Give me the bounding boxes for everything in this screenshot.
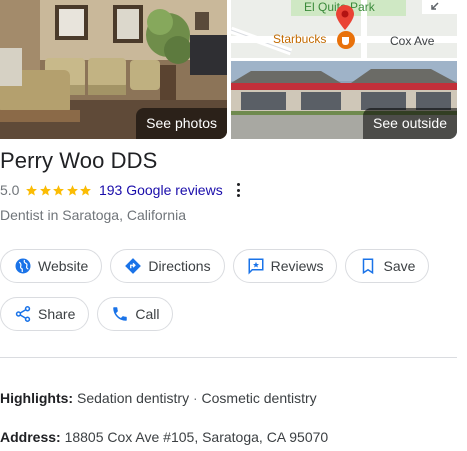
address-row: Address: 18805 Cox Ave #105, Saratoga, C… (0, 429, 328, 445)
website-label: Website (38, 258, 89, 274)
directions-button[interactable]: Directions (110, 249, 225, 283)
business-name: Perry Woo DDS (0, 148, 158, 173)
see-outside-button[interactable]: See outside (363, 108, 457, 139)
highlights-label: Highlights: (0, 390, 74, 406)
reviews-label: Reviews (270, 258, 324, 274)
star-icon (67, 184, 78, 195)
map-pin-icon (336, 5, 355, 49)
star-rating (25, 184, 93, 197)
more-options-icon[interactable] (237, 183, 241, 197)
directions-icon (124, 257, 142, 275)
rating-value: 5.0 (0, 182, 20, 198)
highlight-separator: · (189, 390, 202, 406)
share-button[interactable]: Share (0, 297, 90, 331)
business-category: Dentist in Saratoga, California (0, 207, 186, 223)
action-row-2: Share Call (0, 297, 181, 331)
bookmark-icon (359, 257, 377, 275)
globe-icon (14, 257, 32, 275)
star-icon (53, 184, 65, 195)
call-button[interactable]: Call (97, 297, 174, 331)
address-value: 18805 Cox Ave #105, Saratoga, CA 95070 (64, 429, 329, 445)
map-thumbnail[interactable]: El Quito Park Starbucks Cox Ave (231, 0, 457, 58)
address-label: Address: (0, 429, 61, 445)
call-label: Call (135, 306, 160, 322)
share-label: Share (38, 306, 76, 322)
interior-photo[interactable]: See photos (0, 0, 227, 139)
map-label-poi: Starbucks (273, 32, 327, 46)
rate-review-icon (247, 257, 265, 275)
star-icon (26, 184, 38, 195)
highlight-item[interactable]: Sedation dentistry (77, 390, 189, 406)
reviews-link[interactable]: 193 Google reviews (99, 182, 223, 198)
share-icon (14, 305, 32, 323)
highlights-row: Highlights: Sedation dentistry · Cosmeti… (0, 390, 317, 406)
directions-label: Directions (148, 258, 211, 274)
save-button[interactable]: Save (345, 249, 430, 283)
outside-photo[interactable]: See outside (231, 61, 457, 139)
phone-icon (111, 305, 129, 323)
photo-strip: See photos El Quito Park Starbucks Cox A… (0, 0, 467, 139)
star-icon (40, 184, 51, 195)
star-icon (80, 184, 92, 195)
expand-map-icon[interactable] (422, 0, 448, 14)
reviews-button[interactable]: Reviews (232, 249, 338, 283)
map-label-street: Cox Ave (390, 34, 435, 48)
see-photos-button[interactable]: See photos (136, 108, 227, 139)
action-row-1: Website Directions Reviews Save (0, 249, 437, 283)
rating-row: 5.0 193 Google reviews (0, 181, 241, 199)
website-button[interactable]: Website (0, 249, 103, 283)
save-label: Save (383, 258, 416, 274)
highlight-item[interactable]: Cosmetic dentistry (202, 390, 317, 406)
section-divider (0, 357, 457, 358)
